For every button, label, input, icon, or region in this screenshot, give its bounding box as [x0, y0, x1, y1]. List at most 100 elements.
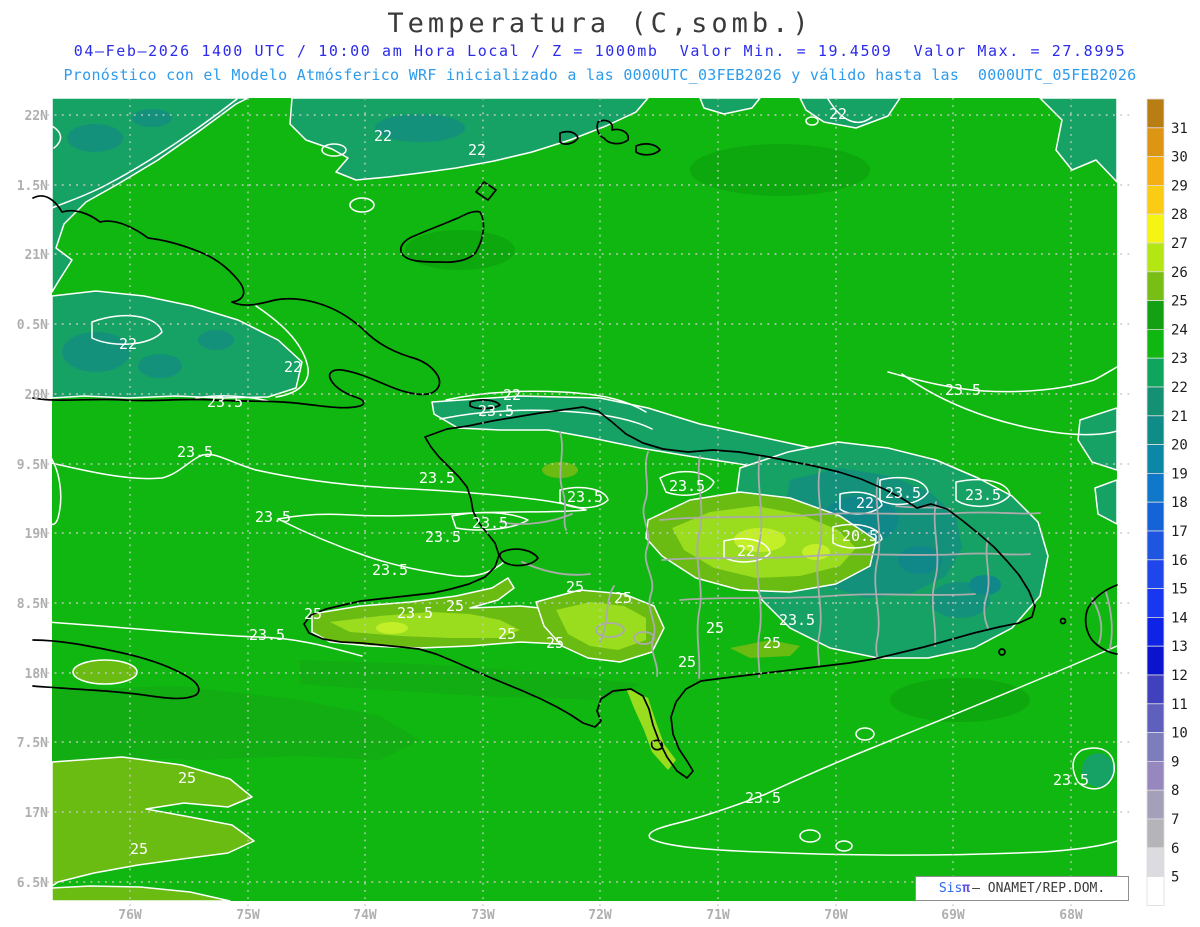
contour-label: 23.5 — [1053, 771, 1089, 789]
lon-label: 68W — [1059, 908, 1083, 923]
colorbar-label: 19 — [1171, 466, 1188, 482]
contour-label: 23.5 — [885, 484, 921, 502]
contour-label: 23.5 — [567, 488, 603, 506]
colorbar-label: 21 — [1171, 409, 1188, 425]
pi-icon: π — [962, 881, 971, 896]
colorbar-swatch — [1146, 328, 1165, 359]
contour-label: 22 — [737, 542, 755, 560]
lat-label: 1.5N — [17, 179, 48, 194]
colorbar-swatch — [1146, 617, 1165, 647]
olive-jamaica — [72, 659, 138, 685]
lon-label: 75W — [236, 908, 260, 923]
colorbar-swatch — [1146, 271, 1165, 301]
contour-label: 25 — [614, 589, 632, 607]
colorbar-swatch — [1146, 761, 1165, 791]
colorbar-label: 17 — [1171, 524, 1188, 540]
lat-label: 8.5N — [17, 597, 48, 612]
weather-map-page: 22N 1.5N 21N 0.5N 20N 9.5N 19N 8.5N 18N 7.5N 17N 6.… — [0, 0, 1200, 927]
contour-label: 22 — [468, 141, 486, 159]
colorbar-swatch — [1146, 530, 1165, 561]
colorbar-swatch — [1146, 415, 1165, 445]
cool-blob — [405, 230, 515, 270]
contour-label: 23.5 — [397, 604, 433, 622]
lon-label: 71W — [706, 908, 730, 923]
colorbar-label: 13 — [1171, 639, 1188, 655]
colorbar-swatch — [1146, 645, 1165, 676]
contour-label: 23.5 — [207, 393, 243, 411]
bright-spot — [802, 544, 830, 560]
contour-label: 25 — [546, 634, 564, 652]
contour-label: 23.5 — [965, 486, 1001, 504]
contour-label: 22 — [284, 358, 302, 376]
colorbar-label: 26 — [1171, 265, 1188, 281]
lat-label: 9.5N — [17, 458, 48, 473]
colorbar-label: 8 — [1171, 783, 1179, 799]
bright-spot — [376, 622, 408, 634]
lon-label: 74W — [353, 908, 377, 923]
teal-deep-spot — [67, 124, 123, 152]
subtitle-validtime: 04–Feb–2026 1400 UTC / 10:00 am Hora Loc… — [73, 42, 1127, 60]
lon-axis-labels: 76W 75W 74W 73W 72W 71W 70W 69W 68W — [118, 908, 1083, 923]
contour-label: 23.5 — [425, 528, 461, 546]
colorbar-label: 28 — [1171, 207, 1188, 223]
lat-label: 7.5N — [17, 736, 48, 751]
colorbar-swatch — [1146, 501, 1165, 532]
lat-label: 19N — [25, 527, 49, 542]
contour-label: 23.5 — [745, 789, 781, 807]
lon-label: 69W — [941, 908, 965, 923]
contour-label: 23.5 — [669, 477, 705, 495]
colorbar-label: 22 — [1171, 380, 1188, 396]
colorbar-label: 23 — [1171, 351, 1188, 367]
colorbar-label: 20 — [1171, 438, 1188, 454]
colorbar-swatch — [1146, 559, 1165, 589]
contour-label: 23.5 — [419, 469, 455, 487]
teal-deep-spot — [138, 354, 182, 378]
lat-label: 22N — [25, 109, 49, 124]
colorbar-swatch — [1146, 876, 1165, 906]
teal-core — [969, 575, 1001, 595]
watermark-org: – ONAMET/REP.DOM. — [972, 881, 1106, 896]
colorbar-swatch — [1146, 444, 1165, 474]
contour-label: 25 — [498, 625, 516, 643]
colorbar-swatch — [1146, 184, 1165, 215]
teal-deep-spot — [198, 330, 234, 350]
colorbar-swatch — [1146, 703, 1165, 733]
colorbar-label: 31 — [1171, 121, 1188, 137]
colorbar-label: 6 — [1171, 841, 1179, 857]
colorbar-swatch — [1146, 213, 1165, 244]
lat-label: 21N — [25, 248, 49, 263]
contour-label: 25 — [706, 619, 724, 637]
contour-label: 23.5 — [779, 611, 815, 629]
contour-label: 20.5 — [842, 527, 878, 545]
lat-label: 0.5N — [17, 318, 48, 333]
colorbar-swatch — [1146, 472, 1165, 503]
colorbar-swatch — [1146, 818, 1165, 849]
colorbar-swatch — [1146, 732, 1165, 762]
colorbar-label: 10 — [1171, 726, 1188, 742]
contour-label: 25 — [446, 597, 464, 615]
contour-label: 23.5 — [472, 514, 508, 532]
lat-label: 20N — [25, 388, 49, 403]
lat-label: 17N — [25, 806, 49, 821]
colorbar-swatch — [1146, 789, 1165, 820]
colorbar-swatches — [1146, 98, 1165, 906]
teal-deep-spot — [132, 109, 172, 127]
contour-label: 22 — [856, 494, 874, 512]
colorbar-label: 9 — [1171, 754, 1179, 770]
colorbar-swatch — [1146, 156, 1165, 186]
colorbar-label: 16 — [1171, 553, 1188, 569]
contour-label: 23.5 — [177, 443, 213, 461]
colorbar-label: 12 — [1171, 668, 1188, 684]
contour-label: 25 — [566, 578, 584, 596]
contour-label: 25 — [304, 605, 322, 623]
colorbar-label: 29 — [1171, 178, 1188, 194]
teal-core — [898, 546, 942, 574]
colorbar-swatch — [1146, 300, 1165, 330]
cool-blob — [890, 678, 1030, 722]
contour-label: 23.5 — [372, 561, 408, 579]
colorbar-swatch — [1146, 242, 1165, 273]
watermark-box: Sis π – ONAMET/REP.DOM. — [915, 876, 1129, 901]
colorbar-swatch — [1146, 588, 1165, 618]
watermark-brand: Sis — [938, 881, 963, 896]
contour-label: 22 — [119, 335, 137, 353]
